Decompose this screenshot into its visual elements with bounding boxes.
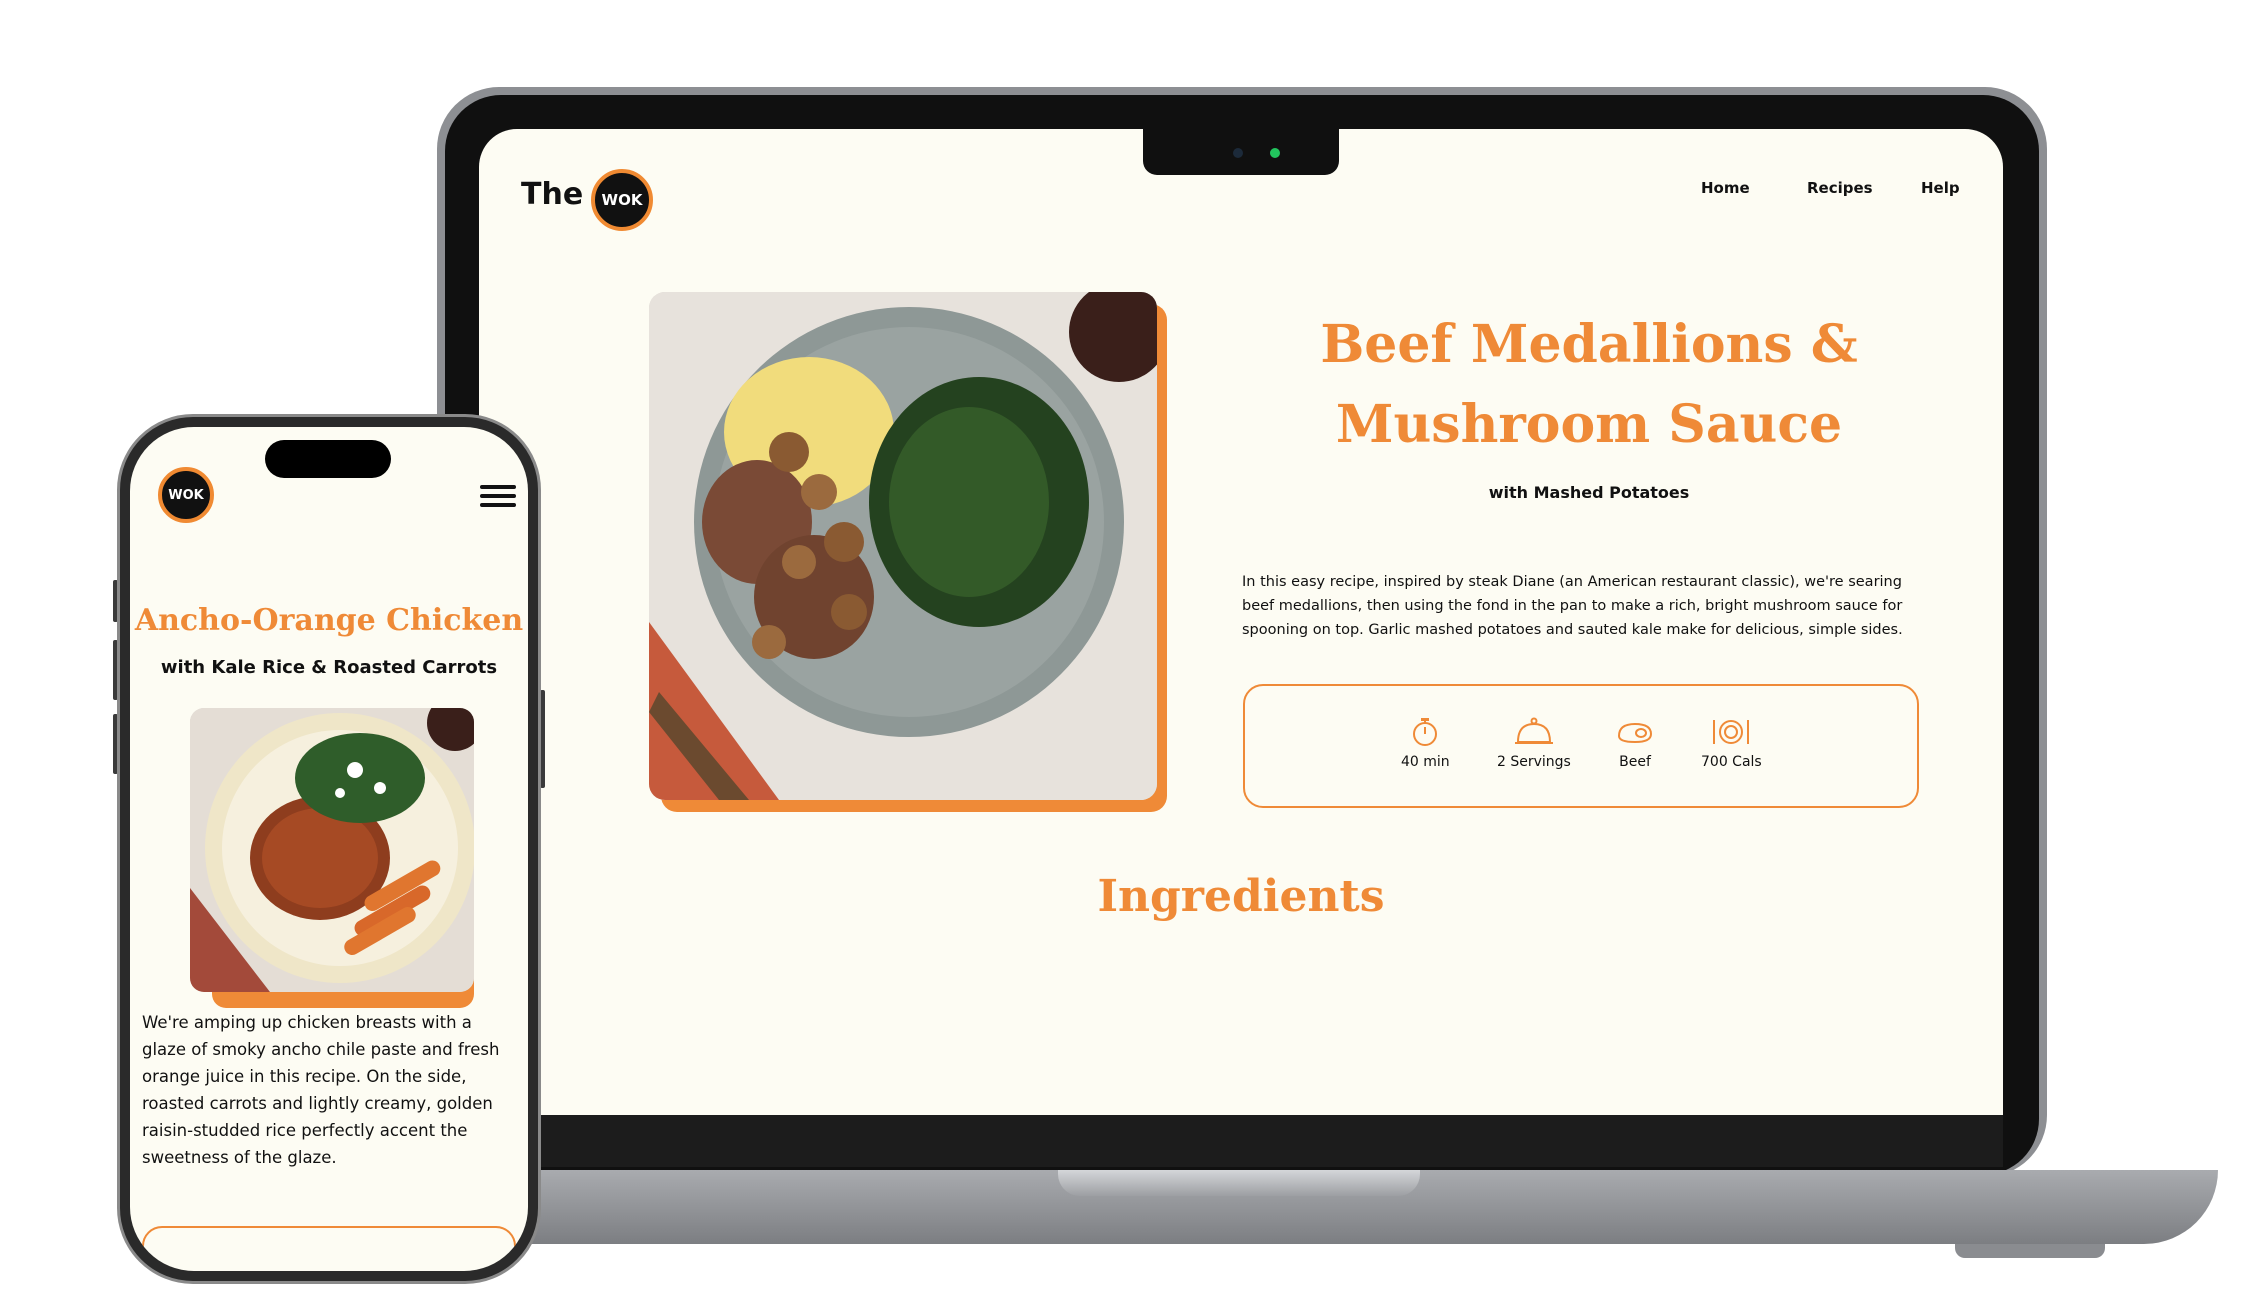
recipe-info-card: 40 min 2 Servings Beef 700 Cals	[1243, 684, 1919, 808]
info-calories: 700 Cals	[1701, 716, 1762, 770]
hamburger-menu-icon[interactable]	[480, 485, 516, 512]
description-line: spooning on top. Garlic mashed potatoes …	[1242, 622, 1903, 638]
recipe-title: Beef Medallions & Mushroom Sauce	[1239, 305, 1939, 465]
nav-help-link[interactable]: Help	[1921, 179, 1960, 197]
description-line: beef medallions, then using the fond in …	[1242, 598, 1903, 614]
recipe-description: We're amping up chicken breasts with a g…	[142, 1009, 516, 1171]
info-servings: 2 Servings	[1497, 716, 1571, 770]
laptop-camera-notch	[1143, 129, 1339, 175]
plate-cutlery-icon	[1713, 720, 1750, 744]
info-time-label: 40 min	[1401, 754, 1450, 770]
recipe-subtitle: with Mashed Potatoes	[1488, 483, 1690, 502]
description-line: sweetness of the glaze.	[142, 1148, 337, 1167]
nav-home-link[interactable]: Home	[1701, 179, 1750, 197]
nav-recipes-link[interactable]: Recipes	[1807, 179, 1873, 197]
serving-cloche-icon	[1514, 717, 1553, 744]
info-protein-label: Beef	[1619, 754, 1651, 770]
laptop-bezel-bottom	[479, 1115, 2003, 1167]
laptop-screen: The WOK Home Recipes Help Beef Medallion…	[479, 129, 2003, 1115]
info-calories-label: 700 Cals	[1701, 754, 1762, 770]
recipe-title-line-2: Mushroom Sauce	[1335, 394, 1843, 455]
recipe-title: Ancho-Orange Chicken	[134, 603, 524, 638]
camera-indicator-light	[1270, 148, 1280, 158]
description-line: roasted carrots and lightly creamy, gold…	[142, 1094, 493, 1113]
ingredients-heading: Ingredients	[1097, 871, 1385, 922]
recipe-title-line-1: Beef Medallions &	[1320, 314, 1858, 375]
info-servings-label: 2 Servings	[1497, 754, 1571, 770]
phone-dynamic-island	[265, 440, 391, 478]
recipe-description: In this easy recipe, inspired by steak D…	[1242, 570, 1942, 642]
logo-badge-text: WOK	[168, 487, 204, 503]
phone-screen: WOK Ancho-Orange Chicken with Kale Rice …	[130, 427, 528, 1271]
info-time: 40 min	[1401, 716, 1450, 770]
description-line: glaze of smoky ancho chile paste and fre…	[142, 1040, 500, 1059]
recipe-image	[649, 292, 1157, 800]
description-line: In this easy recipe, inspired by steak D…	[1242, 574, 1902, 590]
wok-logo[interactable]: WOK	[158, 467, 214, 523]
laptop-foot	[1955, 1244, 2105, 1258]
description-line: We're amping up chicken breasts with a	[142, 1013, 472, 1032]
recipe-info-card	[142, 1226, 516, 1271]
info-protein: Beef	[1615, 716, 1655, 770]
recipe-subtitle: with Kale Rice & Roasted Carrots	[160, 657, 498, 678]
description-line: orange juice in this recipe. On the side…	[142, 1067, 467, 1086]
recipe-image	[190, 708, 474, 992]
logo-text[interactable]: The	[521, 177, 583, 212]
wok-logo[interactable]: WOK	[591, 169, 653, 231]
camera-lens	[1233, 148, 1243, 158]
steak-icon	[1617, 722, 1653, 744]
description-line: raisin-studded rice perfectly accent the	[142, 1121, 468, 1140]
logo-badge-text: WOK	[601, 191, 643, 209]
stopwatch-icon	[1413, 718, 1438, 746]
laptop-opening-notch	[1058, 1170, 1420, 1196]
